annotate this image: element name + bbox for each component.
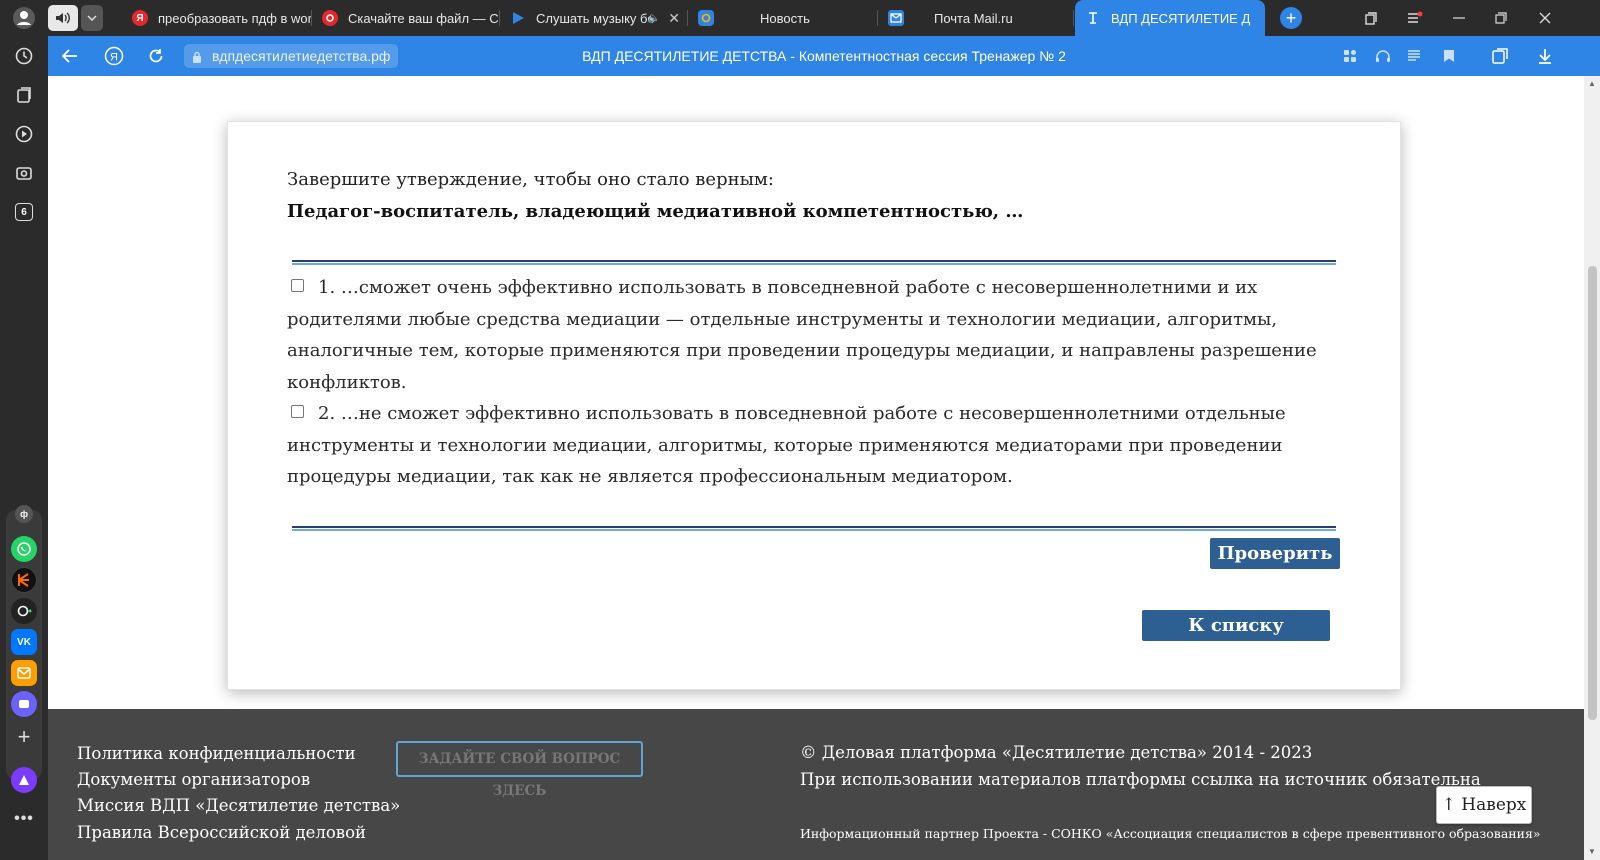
collections-icon[interactable] xyxy=(10,81,38,109)
speaker-icon[interactable] xyxy=(48,5,78,31)
more-icon[interactable]: ••• xyxy=(11,806,37,832)
alice-icon[interactable] xyxy=(11,767,37,793)
tab-2[interactable]: Скачайте ваш файл — Co xyxy=(312,3,500,33)
divider-top xyxy=(292,260,1336,265)
tab-6-active[interactable]: ВДП ДЕСЯТИЛЕТИЕ ДЕ xyxy=(1075,0,1265,36)
site-icon xyxy=(1085,10,1101,26)
question-statement: Педагог-воспитатель, владеющий медиативн… xyxy=(287,201,1024,222)
footer-link-rules[interactable]: Правила Всероссийской деловой xyxy=(77,823,366,842)
answer-option-1[interactable]: 1. …сможет очень эффективно использовать… xyxy=(287,272,1347,398)
collections-add-icon[interactable] xyxy=(1491,46,1511,66)
tab-title: Почта Mail.ru xyxy=(934,10,1013,26)
tab-5[interactable]: Почта Mail.ru xyxy=(878,3,1074,33)
profile-icon[interactable] xyxy=(10,4,38,32)
tabs-count-icon[interactable]: 6 xyxy=(10,198,38,226)
browser-window: 6 ф VK + ••• Я преобразовать пдф в word … xyxy=(0,0,1600,860)
alice-ring-icon[interactable] xyxy=(11,598,37,624)
video-icon[interactable] xyxy=(10,120,38,148)
page-content: Завершите утверждение, чтобы оно стало в… xyxy=(48,76,1584,860)
answer-option-2[interactable]: 2. …не сможет эффективно использовать в … xyxy=(287,398,1347,493)
mail-icon xyxy=(888,10,904,26)
reload-icon[interactable] xyxy=(144,44,168,68)
menu-icon[interactable] xyxy=(1404,7,1426,29)
play-icon xyxy=(510,10,526,26)
svg-text:Я: Я xyxy=(110,52,118,64)
url-field[interactable]: вдпдесятилетиедетства.рф xyxy=(184,44,399,68)
footer-link-privacy[interactable]: Политика конфиденциальности xyxy=(77,744,356,763)
yandex-home-icon[interactable]: Я xyxy=(102,44,126,68)
tabs-panel-icon[interactable] xyxy=(1360,7,1382,29)
footer-partner: Информационный партнер Проекта - СОНКО «… xyxy=(800,826,1541,841)
tab-3[interactable]: Слушать музыку бе 🔈 ✕ xyxy=(500,3,688,33)
tab-1[interactable]: Я преобразовать пдф в word xyxy=(122,3,312,33)
back-to-top-button[interactable]: ↑ Наверх xyxy=(1436,786,1532,824)
answer-option-2-text: 2. …не сможет эффективно использовать в … xyxy=(287,403,1286,487)
chevron-down-icon[interactable] xyxy=(81,5,103,31)
extensions-icon[interactable] xyxy=(1340,46,1360,66)
footer-notice: При использовании материалов платформы с… xyxy=(800,770,1481,789)
check-button[interactable]: Проверить xyxy=(1210,538,1340,569)
browser-sidebar: 6 ф VK + ••• xyxy=(0,0,48,860)
page-scrollbar[interactable]: ▲ ▼ xyxy=(1584,76,1600,860)
answer-checkbox-1[interactable] xyxy=(291,279,304,292)
messenger-icon[interactable] xyxy=(11,691,37,717)
answer-checkbox-2[interactable] xyxy=(291,405,304,418)
tab-4[interactable]: Новость xyxy=(688,3,878,33)
mail-app-icon[interactable] xyxy=(11,660,37,686)
tab-title: Скачайте ваш файл — Co xyxy=(348,10,500,26)
task-list-button[interactable]: К списку заданий xyxy=(1142,610,1330,667)
close-window-icon[interactable] xyxy=(1534,7,1556,29)
bookmark-icon[interactable] xyxy=(1439,46,1459,66)
screenshot-icon[interactable] xyxy=(10,159,38,187)
back-button[interactable] xyxy=(58,44,82,68)
add-app-icon[interactable]: + xyxy=(11,724,37,750)
ask-question-button[interactable]: ЗАДАЙТЕ СВОЙ ВОПРОС ЗДЕСЬ xyxy=(396,741,643,799)
whatsapp-icon[interactable] xyxy=(11,536,37,562)
history-icon[interactable] xyxy=(10,42,38,70)
app-f-icon[interactable]: ф xyxy=(15,505,33,523)
new-tab-button[interactable]: + xyxy=(1280,7,1302,29)
answer-option-1-text: 1. …сможет очень эффективно использовать… xyxy=(287,277,1317,393)
footer-link-documents[interactable]: Документы организаторов xyxy=(77,770,310,789)
tab-title: преобразовать пдф в word xyxy=(158,10,312,26)
scroll-up-icon[interactable]: ▲ xyxy=(1588,80,1596,88)
tab-audio-icon[interactable]: 🔈 xyxy=(648,13,660,24)
scroll-thumb[interactable] xyxy=(1588,266,1597,720)
footer-link-mission[interactable]: Миссия ВДП «Десятилетие детства» xyxy=(77,796,400,815)
ilovepdf-icon xyxy=(322,10,338,26)
mailru-icon xyxy=(698,10,714,26)
reader-mode-icon[interactable] xyxy=(1404,46,1424,66)
minimize-icon[interactable] xyxy=(1448,7,1470,29)
url-text: вдпдесятилетиедетства.рф xyxy=(212,48,391,64)
tab-title: Новость xyxy=(760,10,810,26)
tabs-count-label: 6 xyxy=(15,203,33,221)
tab-strip: Я преобразовать пдф в word Скачайте ваш … xyxy=(48,0,1600,36)
tab-title: Слушать музыку бе xyxy=(536,10,655,26)
question-card: Завершите утверждение, чтобы оно стало в… xyxy=(227,121,1401,690)
download-icon[interactable] xyxy=(1535,46,1555,66)
divider-bottom xyxy=(292,526,1336,531)
scroll-down-icon[interactable]: ▼ xyxy=(1588,848,1596,856)
close-icon[interactable]: ✕ xyxy=(668,10,680,27)
lock-icon xyxy=(192,50,202,63)
footer-copyright: © Деловая платформа «Десятилетие детства… xyxy=(800,743,1313,762)
vk-icon[interactable]: VK xyxy=(11,629,37,655)
tab-title: ВДП ДЕСЯТИЛЕТИЕ ДЕ xyxy=(1111,10,1251,26)
headphones-icon[interactable] xyxy=(1373,46,1393,66)
kinopoisk-icon[interactable] xyxy=(11,567,37,593)
yandex-icon: Я xyxy=(132,10,148,26)
audio-control[interactable] xyxy=(48,3,104,33)
site-footer: Политика конфиденциальности Документы ор… xyxy=(48,709,1584,860)
question-intro: Завершите утверждение, чтобы оно стало в… xyxy=(287,169,774,190)
restore-icon[interactable] xyxy=(1490,7,1512,29)
address-bar: ВДП ДЕСЯТИЛЕТИЕ ДЕТСТВА - Компетентностн… xyxy=(48,36,1600,76)
